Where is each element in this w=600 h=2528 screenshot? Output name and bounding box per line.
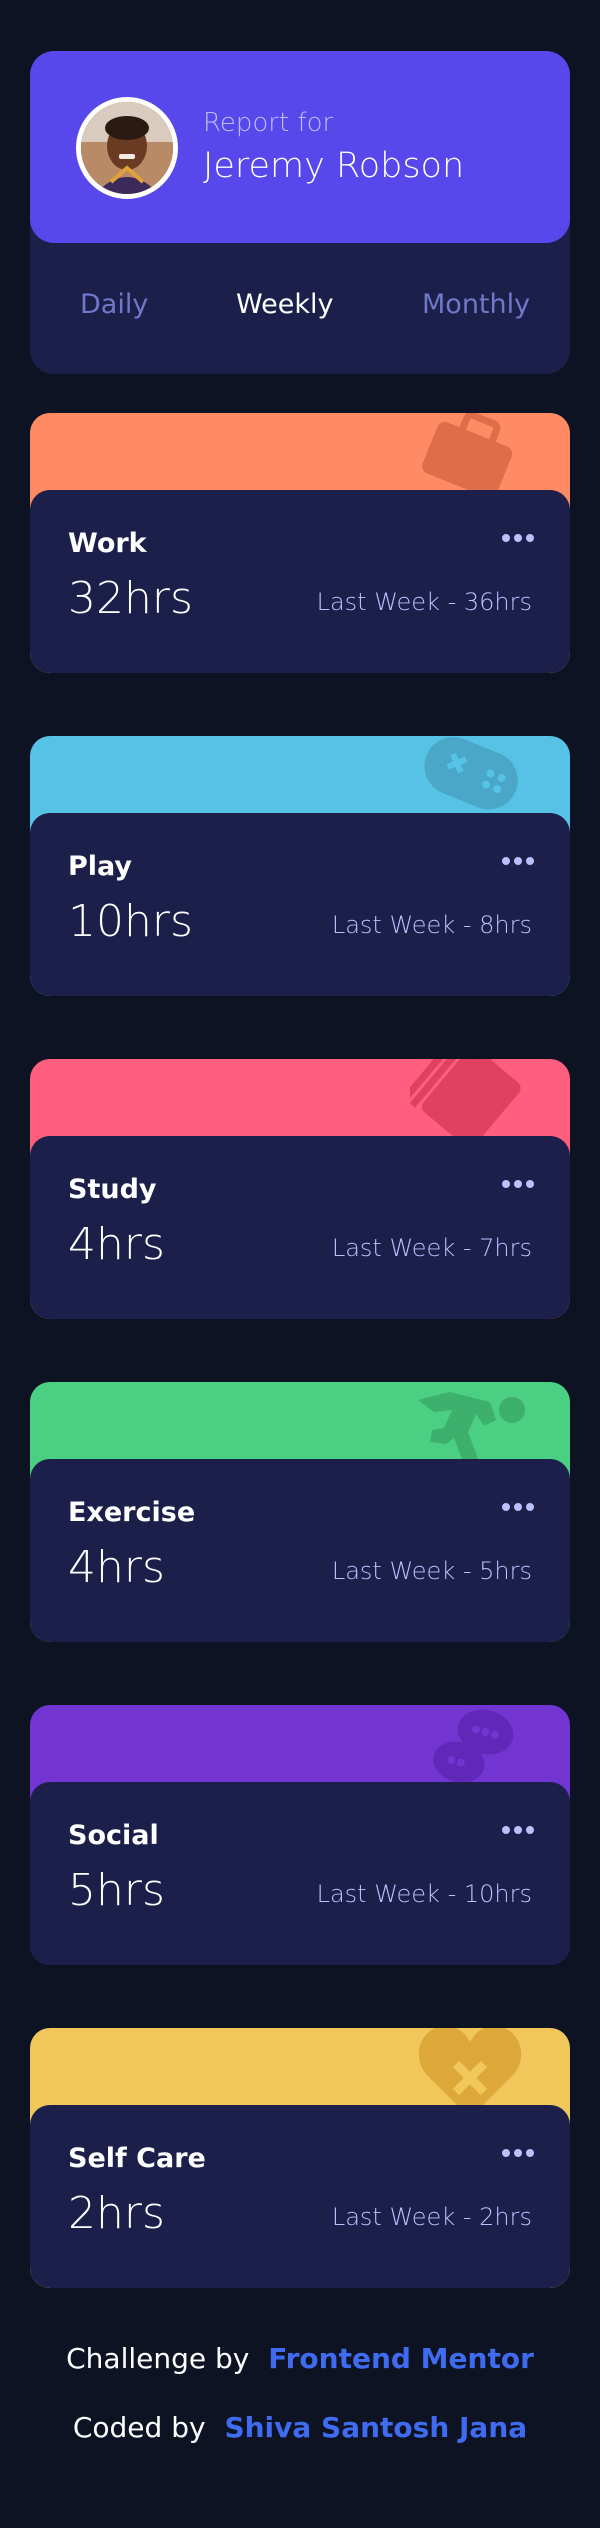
activity-card-exercise: Exercise 4hrs Last Week - 5hrs [30,1382,570,1642]
activity-card-social: Social 5hrs Last Week - 10hrs [30,1705,570,1965]
activity-title: Self Care [68,2143,206,2174]
avatar [76,97,178,199]
ellipsis-icon[interactable] [500,1497,536,1517]
activity-card-study: Study 4hrs Last Week - 7hrs [30,1059,570,1319]
current-hours: 4hrs [68,1542,165,1593]
activity-card-body[interactable]: Social 5hrs Last Week - 10hrs [30,1782,570,1965]
page: Report for Jeremy Robson Daily Weekly Mo… [0,0,600,2528]
last-week-hours: Last Week - 10hrs [316,1880,532,1908]
coded-by-label: Coded by [72,2411,206,2444]
frontend-mentor-link[interactable]: Frontend Mentor [268,2342,534,2375]
activity-title: Play [68,851,133,882]
ellipsis-icon[interactable] [500,528,536,548]
coder-attribution: Coded by Shiva Santosh Jana [0,2411,600,2444]
ellipsis-icon[interactable] [500,1174,536,1194]
user-name: Jeremy Robson [203,146,465,186]
tab-monthly[interactable]: Monthly [422,289,530,320]
tab-daily[interactable]: Daily [80,289,148,320]
activity-card-self-care: Self Care 2hrs Last Week - 2hrs [30,2028,570,2288]
activity-card-body[interactable]: Play 10hrs Last Week - 8hrs [30,813,570,996]
current-hours: 4hrs [68,1219,165,1270]
activity-title: Exercise [68,1497,196,1528]
current-hours: 5hrs [68,1865,165,1916]
activity-card-body[interactable]: Work 32hrs Last Week - 36hrs [30,490,570,673]
activity-card-body[interactable]: Exercise 4hrs Last Week - 5hrs [30,1459,570,1642]
activity-title: Social [68,1820,159,1851]
current-hours: 10hrs [68,896,193,947]
activity-card-body[interactable]: Self Care 2hrs Last Week - 2hrs [30,2105,570,2288]
ellipsis-icon[interactable] [500,2143,536,2163]
profile-card: Report for Jeremy Robson Daily Weekly Mo… [30,51,570,374]
timeframe-tabs: Daily Weekly Monthly [30,243,570,374]
last-week-hours: Last Week - 5hrs [331,1557,532,1585]
activity-card-body[interactable]: Study 4hrs Last Week - 7hrs [30,1136,570,1319]
activity-title: Work [68,528,147,559]
tab-weekly[interactable]: Weekly [236,289,333,320]
profile-header: Report for Jeremy Robson [30,51,570,243]
current-hours: 2hrs [68,2188,165,2239]
last-week-hours: Last Week - 2hrs [331,2203,532,2231]
ellipsis-icon[interactable] [500,1820,536,1840]
ellipsis-icon[interactable] [500,851,536,871]
activity-title: Study [68,1174,157,1205]
activity-card-work: Work 32hrs Last Week - 36hrs [30,413,570,673]
last-week-hours: Last Week - 7hrs [331,1234,532,1262]
current-hours: 32hrs [68,573,193,624]
last-week-hours: Last Week - 8hrs [331,911,532,939]
challenge-label: Challenge by [66,2342,250,2375]
activity-card-play: Play 10hrs Last Week - 8hrs [30,736,570,996]
report-for-label: Report for [203,108,334,138]
author-link[interactable]: Shiva Santosh Jana [224,2411,527,2444]
challenge-attribution: Challenge by Frontend Mentor [0,2342,600,2375]
last-week-hours: Last Week - 36hrs [316,588,532,616]
